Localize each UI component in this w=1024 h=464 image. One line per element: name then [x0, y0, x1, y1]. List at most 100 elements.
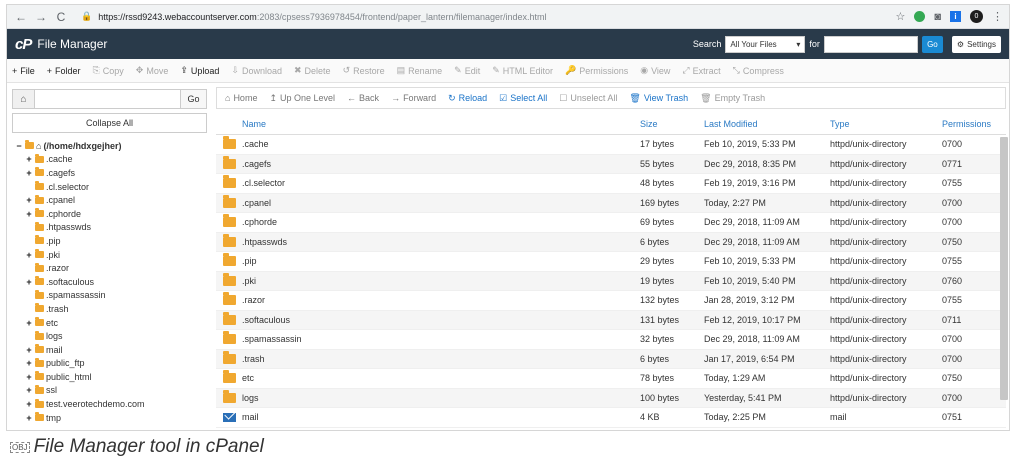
tree-item-cl-selector[interactable]: .cl.selector: [15, 180, 209, 194]
table-row[interactable]: etc 78 bytes Today, 1:29 AM httpd/unix-dire…: [216, 369, 1006, 389]
cpanel-logo[interactable]: cP: [15, 36, 32, 53]
camera-icon[interactable]: ◙: [934, 11, 941, 23]
tree-item-cagefs[interactable]: + .cagefs: [15, 166, 209, 180]
tree-item-public-ftp[interactable]: + public_ftp: [15, 357, 209, 371]
search-scope-select[interactable]: All Your Files ▾: [725, 35, 806, 53]
expand-icon[interactable]: +: [25, 413, 33, 423]
tree-root[interactable]: − ⌂ (/home/hdxgejher): [15, 139, 209, 153]
toolbar-delete-button[interactable]: ✖ Delete: [294, 65, 331, 76]
nav-view-trash-button[interactable]: 🗑 View Trash: [629, 93, 688, 104]
browser-menu-icon[interactable]: ⋮: [992, 10, 1003, 23]
search-input[interactable]: [823, 35, 918, 53]
expand-icon[interactable]: +: [25, 345, 33, 355]
expand-icon[interactable]: +: [25, 209, 33, 219]
column-permissions[interactable]: Permissions: [942, 119, 998, 129]
tree-item-softaculous[interactable]: + .softaculous: [15, 275, 209, 289]
settings-button[interactable]: ⚙ Settings: [951, 35, 1001, 53]
path-go-button[interactable]: Go: [180, 90, 206, 108]
tree-item-ssl[interactable]: + ssl: [15, 384, 209, 398]
toolbar-edit-button[interactable]: ✎ Edit: [454, 65, 480, 76]
expand-icon[interactable]: +: [25, 372, 33, 382]
toolbar-download-button[interactable]: ⇩ Download: [231, 65, 282, 76]
expand-icon[interactable]: +: [25, 195, 33, 205]
tree-item-cpanel[interactable]: + .cpanel: [15, 193, 209, 207]
toolbar-move-button[interactable]: ✥ Move: [136, 65, 169, 76]
toolbar-extract-button[interactable]: ⤢ Extract: [682, 65, 720, 76]
expand-icon[interactable]: +: [25, 385, 33, 395]
toolbar-view-button[interactable]: ◉ View: [640, 65, 670, 76]
browser-forward-button[interactable]: →: [33, 9, 49, 25]
toolbar-html-editor-button[interactable]: ✎ HTML Editor: [492, 65, 553, 76]
table-row[interactable]: .cpanel 169 bytes Today, 2:27 PM httpd/unix…: [216, 193, 1006, 213]
table-row[interactable]: .cache 17 bytes Feb 10, 2019, 5:33 PM httpd…: [216, 135, 1006, 155]
nav-home-button[interactable]: ⌂ Home: [225, 93, 257, 103]
expand-icon[interactable]: +: [25, 318, 33, 328]
column-type[interactable]: Type: [830, 119, 942, 129]
toolbar-permissions-button[interactable]: 🔑 Permissions: [565, 65, 628, 76]
folder-icon: [35, 208, 44, 218]
tree-item-public-html[interactable]: + public_html: [15, 370, 209, 384]
table-row[interactable]: .trash 6 bytes Jan 17, 2019, 6:54 PM httpd/…: [216, 349, 1006, 369]
table-row[interactable]: .cphorde 69 bytes Dec 29, 2018, 11:09 AM ht…: [216, 213, 1006, 233]
profile-avatar[interactable]: 0: [970, 10, 983, 23]
column-name[interactable]: Name: [242, 119, 640, 129]
table-row[interactable]: .razor 132 bytes Jan 28, 2019, 3:12 PM http…: [216, 291, 1006, 311]
browser-back-button[interactable]: ←: [13, 9, 29, 25]
table-row[interactable]: .htpasswds 6 bytes Dec 29, 2018, 11:09 AM h…: [216, 232, 1006, 252]
table-row[interactable]: mail 4 KB Today, 2:25 PM mail 0751: [216, 408, 1006, 428]
nav-select-all-button[interactable]: ☑ Select All: [499, 93, 547, 104]
toolbar-rename-button[interactable]: ▤ Rename: [397, 65, 443, 76]
toolbar-compress-button[interactable]: ⤡ Compress: [733, 65, 784, 76]
table-row[interactable]: .spamassassin 32 bytes Dec 29, 2018, 11:09…: [216, 330, 1006, 350]
tree-item-etc[interactable]: + etc: [15, 316, 209, 330]
table-row[interactable]: .pip 29 bytes Feb 10, 2019, 5:33 PM httpd/u…: [216, 252, 1006, 272]
toolbar-restore-button[interactable]: ↺ Restore: [343, 65, 385, 76]
nav-reload-button[interactable]: ↻ Reload: [448, 93, 487, 104]
toolbar-file-button[interactable]: + File: [12, 66, 35, 76]
expand-icon[interactable]: +: [25, 168, 33, 178]
toolbar-copy-button[interactable]: ⎘ Copy: [93, 65, 124, 76]
table-row[interactable]: logs 100 bytes Yesterday, 5:41 PM httpd/uni…: [216, 388, 1006, 408]
table-row[interactable]: .softaculous 131 bytes Feb 12, 2019, 10:17…: [216, 310, 1006, 330]
tree-item-spamassassin[interactable]: .spamassassin: [15, 289, 209, 303]
collapse-icon[interactable]: −: [15, 141, 23, 151]
nav-empty-trash-button[interactable]: 🗑 Empty Trash: [700, 93, 765, 104]
collapse-all-button[interactable]: Collapse All: [12, 113, 207, 133]
table-row[interactable]: .cl.selector 48 bytes Feb 19, 2019, 3:16 P…: [216, 174, 1006, 194]
expand-icon[interactable]: +: [25, 277, 33, 287]
scrollbar[interactable]: [1000, 137, 1008, 400]
tree-item-pip[interactable]: .pip: [15, 234, 209, 248]
tree-item-cache[interactable]: + .cache: [15, 153, 209, 167]
extension-info-icon[interactable]: i: [950, 11, 961, 22]
table-row[interactable]: .pki 19 bytes Feb 10, 2019, 5:40 PM httpd/u…: [216, 271, 1006, 291]
nav-unselect-all-button[interactable]: ☐ Unselect All: [559, 93, 617, 104]
tree-item-razor[interactable]: .razor: [15, 261, 209, 275]
tree-item-trash[interactable]: .trash: [15, 302, 209, 316]
nav-up-one-level-button[interactable]: ↥ Up One Level: [269, 93, 335, 104]
path-input[interactable]: [35, 90, 180, 108]
column-modified[interactable]: Last Modified: [704, 119, 830, 129]
home-icon[interactable]: ⌂: [13, 90, 35, 108]
tree-item-cphorde[interactable]: + .cphorde: [15, 207, 209, 221]
column-size[interactable]: Size: [640, 119, 704, 129]
tree-item-mail[interactable]: + mail: [15, 343, 209, 357]
search-go-button[interactable]: Go: [921, 35, 943, 53]
expand-icon[interactable]: +: [25, 358, 33, 368]
table-row[interactable]: .cagefs 55 bytes Dec 29, 2018, 8:35 PM http…: [216, 154, 1006, 174]
tree-item-test-veerotechdemo-com[interactable]: + test.veerotechdemo.com: [15, 397, 209, 411]
expand-icon[interactable]: +: [25, 154, 33, 164]
toolbar-folder-button[interactable]: + Folder: [47, 66, 81, 76]
tree-item-tmp[interactable]: + tmp: [15, 411, 209, 425]
star-icon[interactable]: ☆: [895, 10, 905, 23]
tree-item-logs[interactable]: logs: [15, 329, 209, 343]
toolbar-upload-button[interactable]: ⇪ Upload: [180, 65, 219, 76]
address-bar[interactable]: 🔒 https://rssd9243.webaccountserver.com:…: [73, 8, 887, 26]
browser-reload-button[interactable]: C: [53, 9, 69, 25]
nav-forward-button[interactable]: → Forward: [391, 93, 436, 103]
expand-icon[interactable]: +: [25, 250, 33, 260]
tree-item-pki[interactable]: + .pki: [15, 248, 209, 262]
nav-back-button[interactable]: ← Back: [347, 93, 379, 103]
tree-item-htpasswds[interactable]: .htpasswds: [15, 221, 209, 235]
expand-icon[interactable]: +: [25, 399, 33, 409]
extension-green-icon[interactable]: [914, 11, 926, 22]
